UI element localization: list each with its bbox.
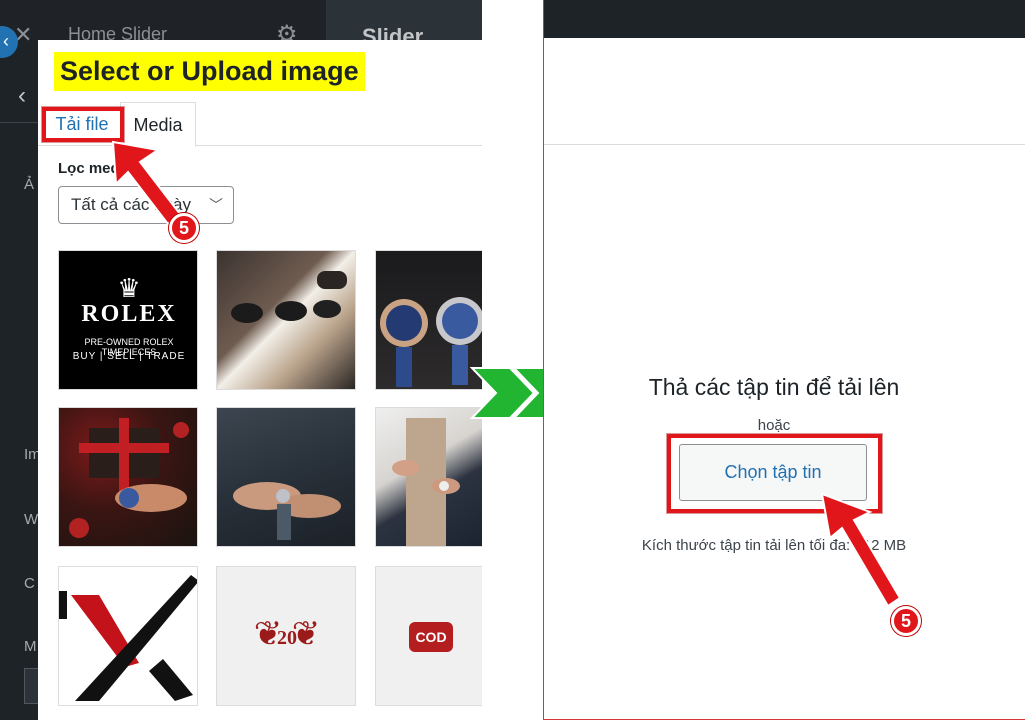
upload-files-screenshot: Thả các tập tin để tải lên hoặc Chọn tập…	[543, 0, 1025, 720]
step-badge: 5	[891, 606, 921, 636]
pointer-arrow-left	[111, 140, 182, 226]
step-badge: 5	[169, 213, 199, 243]
tutorial-stage: ✕ Home Slider ⚙ Slider ‹ ‹ Ả Im W C M Se…	[0, 0, 1025, 720]
pointer-arrow-right	[820, 492, 902, 608]
media-library-screenshot: ✕ Home Slider ⚙ Slider ‹ ‹ Ả Im W C M Se…	[0, 0, 482, 720]
